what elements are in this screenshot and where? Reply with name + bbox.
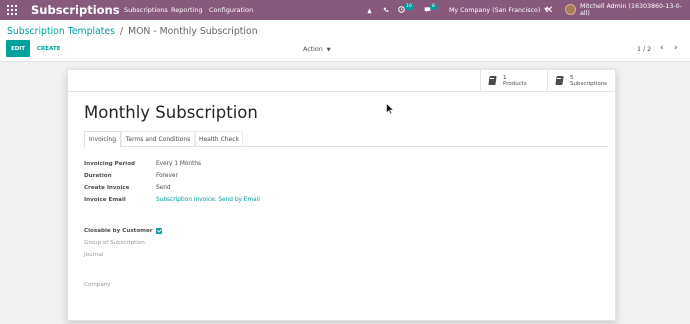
company-name: My Company (San Francisco): [449, 6, 541, 14]
tab-terms-and-conditions[interactable]: Terms and Conditions: [121, 131, 195, 147]
form-sheet: 1 Products 5 Subscriptions Monthly Subsc…: [67, 69, 616, 321]
control-panel: Subscription Templates / MON - Monthly S…: [0, 20, 690, 62]
action-label: Action: [303, 46, 323, 53]
closable-by-customer-checkbox[interactable]: [156, 228, 162, 234]
invoice-email-label: Invoice Email: [84, 197, 126, 203]
menu-configuration[interactable]: Configuration: [209, 6, 253, 14]
book-icon: [488, 76, 497, 85]
pager-previous-icon[interactable]: ‹: [660, 43, 664, 53]
invoicing-period-value: Every 1 Months: [156, 161, 202, 167]
create-invoice-value: Send: [156, 185, 171, 191]
notebook-tabs: Invoicing Terms and Conditions Health Ch…: [84, 131, 608, 148]
products-label: Products: [503, 80, 527, 87]
activities-counter: 10: [404, 4, 414, 10]
apps-menu-icon[interactable]: [7, 5, 17, 15]
avatar[interactable]: [565, 4, 576, 15]
close-icon[interactable]: ✕: [545, 0, 553, 20]
invoice-email-link[interactable]: Subscription Invoice: Send by Email: [156, 197, 260, 203]
breadcrumb-parent[interactable]: Subscription Templates: [7, 26, 115, 37]
messages-counter: 8: [430, 4, 437, 10]
subscriptions-stat-button[interactable]: 5 Subscriptions: [547, 70, 616, 91]
page-title: Monthly Subscription: [84, 103, 258, 122]
duration-value: Forever: [156, 173, 178, 179]
phone-icon[interactable]: [383, 0, 389, 20]
app-brand[interactable]: Subscriptions: [31, 3, 120, 17]
group-of-subscription-label: Group of Subscription: [84, 240, 145, 246]
activities-button[interactable]: 10: [398, 0, 415, 20]
user-name: Mitchell Admin (16303860-13-0-all): [580, 3, 682, 17]
book-icon: [555, 76, 564, 85]
menu-subscriptions[interactable]: Subscriptions: [124, 6, 168, 14]
top-navbar: Subscriptions Subscriptions Reporting Co…: [0, 0, 690, 20]
messages-button[interactable]: 8: [424, 0, 438, 20]
caret-down-icon: ▼: [326, 47, 331, 53]
tab-health-check[interactable]: Health Check: [195, 131, 243, 147]
tab-invoicing[interactable]: Invoicing: [84, 131, 121, 148]
duration-label: Duration: [84, 173, 112, 179]
subscriptions-label: Subscriptions: [570, 80, 608, 87]
menu-reporting[interactable]: Reporting: [171, 6, 203, 14]
create-invoice-label: Create Invoice: [84, 185, 130, 191]
company-label: Company: [84, 282, 111, 288]
breadcrumb-separator: /: [119, 26, 124, 37]
breadcrumb: Subscription Templates / MON - Monthly S…: [7, 26, 258, 37]
invoicing-period-label: Invoicing Period: [84, 161, 136, 167]
pager-next-icon[interactable]: ›: [674, 43, 678, 53]
action-dropdown[interactable]: Action ▼: [303, 46, 331, 53]
divider: [68, 91, 615, 92]
create-button[interactable]: CREATE: [34, 40, 63, 57]
pager-value[interactable]: 1 / 2: [637, 46, 651, 53]
debug-icon[interactable]: [366, 0, 373, 20]
edit-button[interactable]: EDIT: [6, 40, 30, 57]
breadcrumb-current: MON - Monthly Subscription: [128, 26, 258, 37]
closable-by-customer-label: Closable by Customer: [84, 228, 153, 234]
user-menu[interactable]: Mitchell Admin (16303860-13-0-all): [580, 0, 690, 20]
company-switcher[interactable]: My Company (San Francisco) ▼: [449, 0, 548, 20]
products-stat-button[interactable]: 1 Products: [480, 70, 547, 91]
journal-label: Journal: [84, 252, 104, 258]
